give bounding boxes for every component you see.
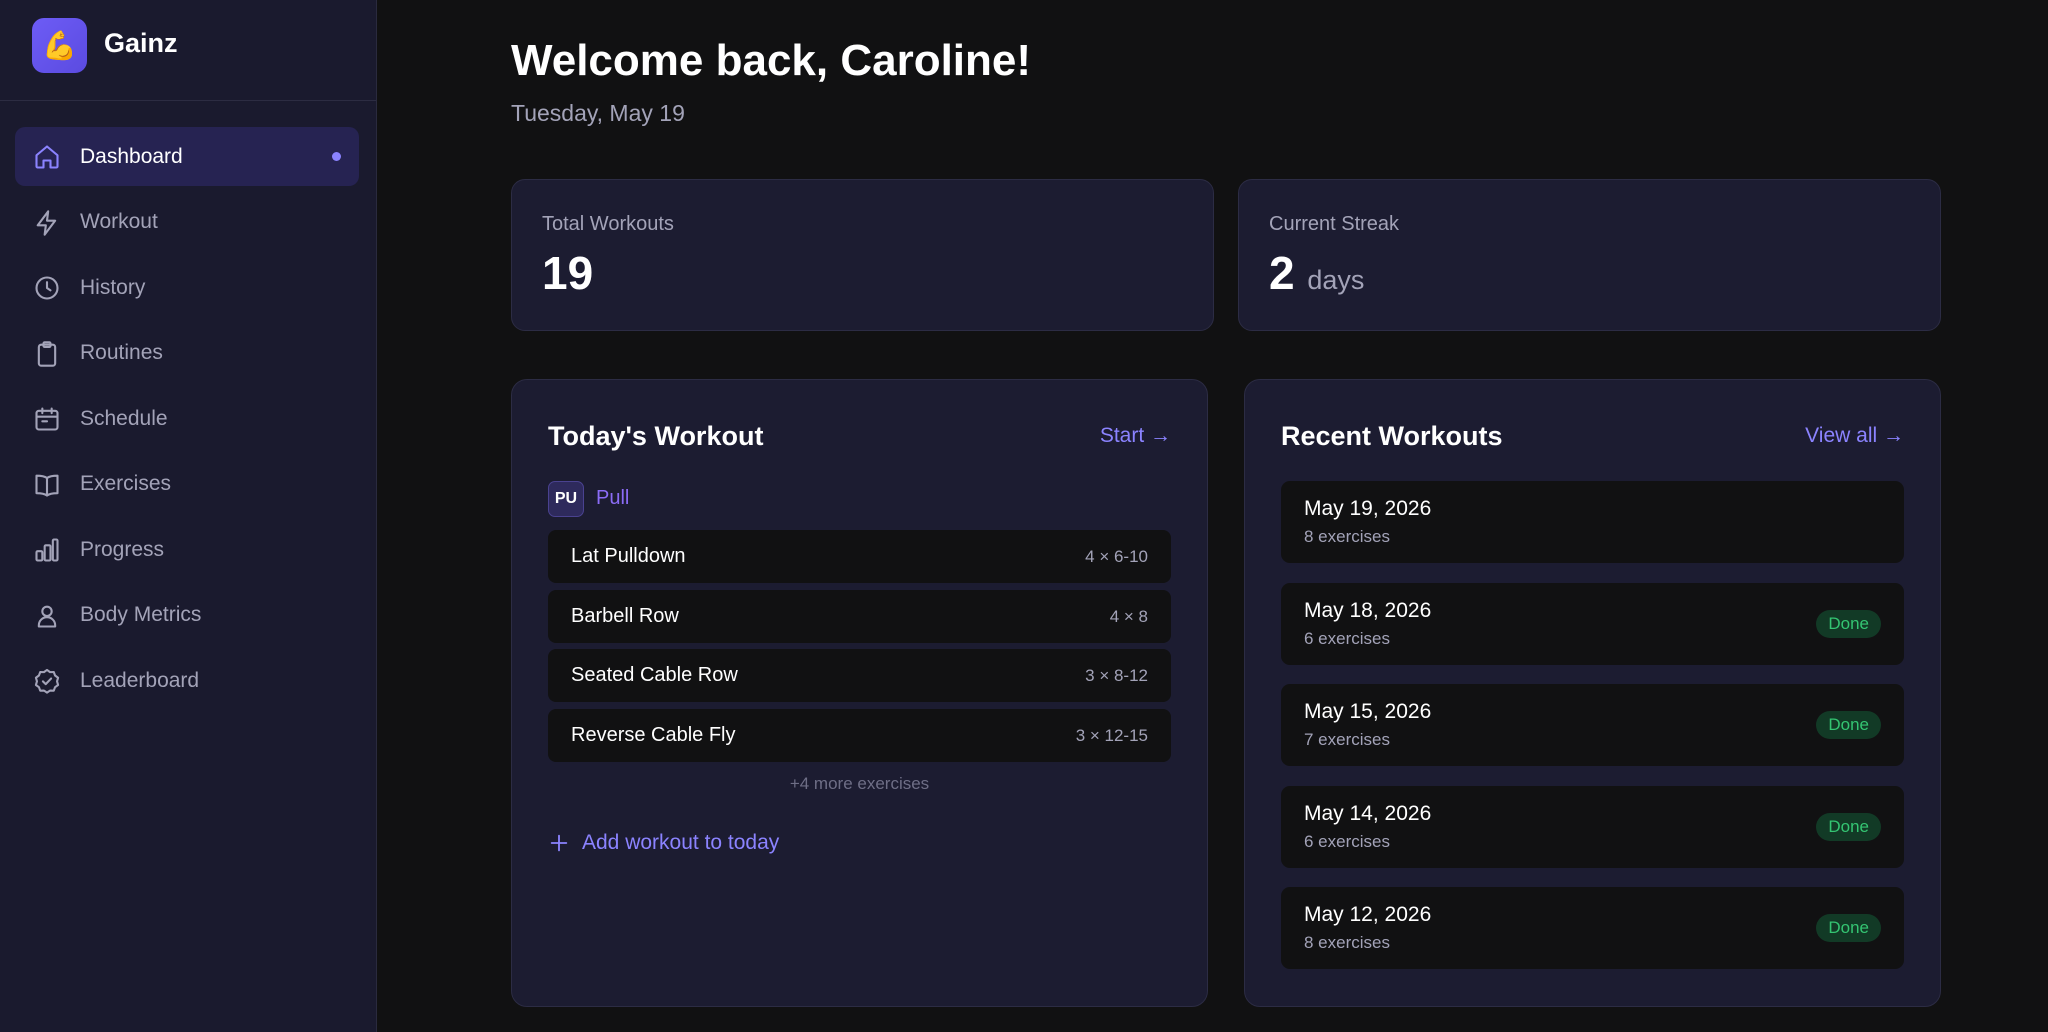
clock-icon (33, 274, 61, 302)
clipboard-icon (33, 340, 61, 368)
sidebar-item-label: Progress (80, 537, 165, 561)
flexed-biceps-icon: 💪 (42, 30, 77, 61)
sidebar-item-dashboard[interactable]: Dashboard (15, 127, 359, 186)
plus-icon (550, 834, 568, 852)
sidebar-item-label: Workout (80, 210, 158, 233)
panel-title: Recent Workouts (1281, 421, 1503, 451)
sidebar-nav: Dashboard Workout History Routines Sched… (15, 127, 359, 717)
active-indicator-dot (332, 152, 341, 161)
stat-label: Current Streak (1269, 213, 1400, 235)
add-workout-button[interactable]: Add workout to today (548, 828, 779, 858)
sidebar-item-exercises[interactable]: Exercises (15, 455, 359, 514)
stat-value-wrap: 2 days (1269, 246, 1364, 300)
recent-workouts-list: May 19, 2026 8 exercises May 18, 2026 6 … (1281, 481, 1904, 989)
calendar-icon (33, 405, 61, 433)
total-workouts-card: Total Workouts 19 (511, 179, 1214, 331)
recent-workouts-panel: Recent Workouts View all → May 19, 2026 … (1244, 379, 1941, 1007)
bar-chart-icon (33, 536, 61, 564)
workout-date: May 18, 2026 (1304, 598, 1432, 622)
app-root: 💪 Gainz Dashboard Workout History Routin… (0, 0, 2048, 1032)
sidebar-item-label: Schedule (80, 406, 168, 430)
done-badge: Done (1816, 711, 1881, 739)
sidebar-item-label: Leaderboard (80, 668, 200, 692)
routine-badge: PU (548, 481, 584, 517)
exercise-row: Barbell Row 4 × 8 (548, 589, 1171, 643)
recent-workout-item[interactable]: May 18, 2026 6 exercises Done (1281, 582, 1904, 665)
recent-workout-item[interactable]: May 14, 2026 6 exercises Done (1281, 785, 1904, 868)
more-exercises-text: +4 more exercises (789, 774, 930, 793)
routine-name: Pull (596, 487, 630, 509)
exercise-name: Barbell Row (571, 604, 679, 627)
todays-workout-panel: Today's Workout Start → PU Pull Lat Pull… (511, 379, 1208, 1007)
home-icon (33, 143, 61, 171)
exercise-count: 8 exercises (1304, 527, 1390, 546)
exercise-name: Seated Cable Row (571, 664, 738, 686)
sidebar-item-label: Exercises (80, 472, 172, 495)
sidebar-item-workout[interactable]: Workout (15, 193, 359, 252)
current-streak-card: Current Streak 2 days (1238, 179, 1941, 331)
workout-date: May 12, 2026 (1304, 903, 1432, 926)
sidebar-item-schedule[interactable]: Schedule (15, 389, 359, 448)
brand: 💪 Gainz (0, 0, 376, 101)
exercise-name: Lat Pulldown (571, 545, 686, 567)
badge-check-icon (33, 667, 61, 695)
sidebar-item-label: History (80, 275, 146, 299)
page-date: Tuesday, May 19 (511, 100, 685, 126)
exercise-row: Lat Pulldown 4 × 6-10 (548, 530, 1171, 583)
exercise-row: Reverse Cable Fly 3 × 12-15 (548, 708, 1171, 762)
exercise-count: 8 exercises (1304, 933, 1390, 952)
app-logo: 💪 (32, 18, 87, 73)
workout-date: May 19, 2026 (1304, 497, 1432, 520)
page-title: Welcome back, Caroline! (511, 36, 1032, 85)
done-badge: Done (1816, 609, 1881, 638)
sidebar-item-label: Routines (80, 341, 163, 364)
exercise-sets: 4 × 8 (1109, 606, 1148, 626)
stat-value: 2 (1269, 247, 1295, 299)
done-badge: Done (1816, 812, 1881, 841)
stat-unit: days (1307, 265, 1365, 295)
exercise-list: Lat Pulldown 4 × 6-10 Barbell Row 4 × 8 … (548, 530, 1171, 768)
recent-workout-item[interactable]: May 12, 2026 8 exercises Done (1281, 887, 1904, 969)
sidebar-item-routines[interactable]: Routines (15, 324, 359, 383)
sidebar-item-body-metrics[interactable]: Body Metrics (15, 586, 359, 645)
exercise-name: Reverse Cable Fly (571, 723, 736, 746)
stat-value: 19 (542, 247, 594, 299)
add-workout-label: Add workout to today (582, 831, 780, 854)
recent-workout-item[interactable]: May 19, 2026 8 exercises (1281, 481, 1904, 563)
done-badge: Done (1816, 914, 1881, 942)
exercise-count: 6 exercises (1304, 831, 1390, 851)
exercise-row: Seated Cable Row 3 × 8-12 (548, 649, 1171, 702)
stat-label: Total Workouts (542, 213, 674, 235)
view-all-link[interactable]: View all → (1805, 424, 1904, 448)
app-name: Gainz (104, 28, 178, 58)
exercise-count: 6 exercises (1304, 628, 1390, 648)
recent-workout-item[interactable]: May 15, 2026 7 exercises Done (1281, 684, 1904, 766)
book-icon (33, 471, 61, 499)
exercise-sets: 3 × 12-15 (1075, 725, 1148, 745)
sidebar: 💪 Gainz Dashboard Workout History Routin… (0, 0, 377, 1032)
exercise-sets: 4 × 6-10 (1085, 547, 1148, 566)
person-icon (33, 602, 61, 630)
sidebar-item-progress[interactable]: Progress (15, 520, 359, 579)
sidebar-item-history[interactable]: History (15, 258, 359, 317)
start-workout-link[interactable]: Start → (1100, 424, 1171, 448)
panel-title: Today's Workout (548, 421, 764, 451)
exercise-sets: 3 × 8-12 (1085, 666, 1148, 685)
workout-date: May 14, 2026 (1304, 801, 1432, 825)
sidebar-item-label: Dashboard (80, 144, 183, 168)
lightning-icon (33, 209, 61, 237)
sidebar-item-label: Body Metrics (80, 603, 202, 626)
exercise-count: 7 exercises (1304, 730, 1390, 749)
workout-date: May 15, 2026 (1304, 700, 1432, 723)
sidebar-item-leaderboard[interactable]: Leaderboard (15, 651, 359, 710)
